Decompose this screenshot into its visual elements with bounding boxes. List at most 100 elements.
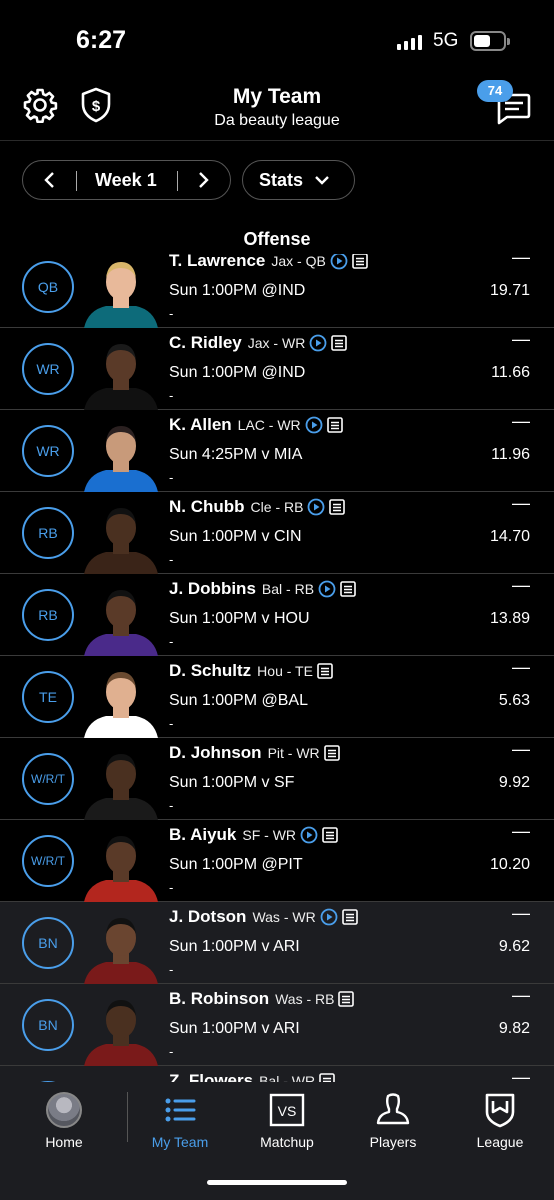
position-badge[interactable]: W/R/T [22, 753, 74, 805]
game-info: Sun 1:00PM @BAL [169, 692, 308, 709]
play-icon[interactable] [330, 252, 348, 270]
game-info: Sun 1:00PM @IND [169, 364, 306, 381]
player-name[interactable]: T. Lawrence [169, 251, 265, 271]
player-points: 13.89 [489, 610, 530, 627]
position-badge[interactable]: W/R/T [22, 835, 74, 887]
notes-icon[interactable] [323, 744, 341, 762]
nav-league[interactable]: League [450, 1092, 550, 1152]
vs-icon: VS [269, 1093, 305, 1127]
player-name-line: B. Aiyuk SF - WR [169, 825, 339, 845]
play-icon[interactable] [318, 580, 336, 598]
player-name[interactable]: Z. Flowers [169, 1071, 253, 1082]
roster-list: QB T. Lawrence Jax - QB Sun 1:00PM @IND … [0, 246, 554, 1082]
player-headshot[interactable] [82, 1074, 160, 1082]
notes-icon[interactable] [316, 662, 334, 680]
player-headshot[interactable] [82, 664, 160, 738]
player-name-line: D. Johnson Pit - WR [169, 743, 341, 763]
nav-my-team[interactable]: My Team [130, 1092, 230, 1152]
nav-matchup[interactable]: VS Matchup [237, 1092, 337, 1152]
player-row[interactable]: W/R/T B. Aiyuk SF - WR Sun 1:00PM @PIT -… [0, 820, 554, 902]
notes-icon[interactable] [326, 416, 344, 434]
player-name[interactable]: J. Dobbins [169, 579, 256, 599]
play-icon[interactable] [305, 416, 323, 434]
player-name[interactable]: C. Ridley [169, 333, 242, 353]
notes-icon[interactable] [328, 498, 346, 516]
projection-dash: — [512, 1067, 530, 1082]
player-row[interactable]: QB T. Lawrence Jax - QB Sun 1:00PM @IND … [0, 246, 554, 328]
position-badge[interactable]: QB [22, 261, 74, 313]
player-team-position: SF - WR [242, 827, 297, 843]
league-name[interactable]: Da beauty league [0, 112, 554, 130]
position-badge[interactable]: BN [22, 917, 74, 969]
player-headshot[interactable] [82, 746, 160, 820]
player-row[interactable]: BN Z. Flowers Bal - WR — [0, 1066, 554, 1082]
game-status: - [169, 880, 174, 895]
player-points: 9.62 [498, 938, 530, 955]
position-badge[interactable]: BN [22, 999, 74, 1051]
player-points: 19.71 [489, 282, 530, 299]
play-icon[interactable] [307, 498, 325, 516]
player-name-line: J. Dobbins Bal - RB [169, 579, 357, 599]
play-icon[interactable] [300, 826, 318, 844]
notes-icon[interactable] [351, 252, 369, 270]
player-row[interactable]: WR K. Allen LAC - WR Sun 4:25PM v MIA - … [0, 410, 554, 492]
player-headshot[interactable] [82, 910, 160, 984]
player-headshot[interactable] [82, 418, 160, 492]
player-team-position: Was - RB [275, 991, 335, 1007]
player-name[interactable]: J. Dotson [169, 907, 246, 927]
position-badge[interactable]: WR [22, 425, 74, 477]
chevron-left-icon[interactable] [39, 169, 61, 191]
header-divider [0, 140, 554, 141]
player-team-position: Jax - QB [271, 253, 326, 269]
player-row[interactable]: RB N. Chubb Cle - RB Sun 1:00PM v CIN - … [0, 492, 554, 574]
stats-dropdown[interactable]: Stats [242, 160, 355, 200]
player-row[interactable]: BN J. Dotson Was - WR Sun 1:00PM v ARI -… [0, 902, 554, 984]
player-row[interactable]: RB J. Dobbins Bal - RB Sun 1:00PM v HOU … [0, 574, 554, 656]
player-points: 9.82 [498, 1020, 530, 1037]
nav-players[interactable]: Players [343, 1092, 443, 1152]
player-points: 5.63 [498, 692, 530, 709]
position-badge[interactable]: RB [22, 589, 74, 641]
player-name[interactable]: K. Allen [169, 415, 232, 435]
week-separator [76, 171, 77, 191]
player-row[interactable]: W/R/T D. Johnson Pit - WR Sun 1:00PM v S… [0, 738, 554, 820]
player-headshot[interactable] [82, 828, 160, 902]
chevron-right-icon[interactable] [192, 169, 214, 191]
player-name[interactable]: B. Aiyuk [169, 825, 236, 845]
game-info: Sun 1:00PM @PIT [169, 856, 303, 873]
notes-icon[interactable] [341, 908, 359, 926]
week-label[interactable]: Week 1 [95, 170, 157, 191]
status-time: 6:27 [76, 26, 127, 54]
position-badge[interactable]: TE [22, 671, 74, 723]
player-row[interactable]: WR C. Ridley Jax - WR Sun 1:00PM @IND - … [0, 328, 554, 410]
game-status: - [169, 798, 174, 813]
notes-icon[interactable] [321, 826, 339, 844]
player-headshot[interactable] [82, 500, 160, 574]
home-indicator [207, 1180, 347, 1185]
position-badge[interactable]: WR [22, 343, 74, 395]
player-name[interactable]: N. Chubb [169, 497, 245, 517]
notes-icon[interactable] [337, 990, 355, 1008]
player-name[interactable]: D. Schultz [169, 661, 251, 681]
player-row[interactable]: TE D. Schultz Hou - TE Sun 1:00PM @BAL -… [0, 656, 554, 738]
player-headshot[interactable] [82, 254, 160, 328]
player-team-position: Pit - WR [267, 745, 320, 761]
play-icon[interactable] [320, 908, 338, 926]
nav-players-label: Players [369, 1134, 417, 1150]
list-icon [165, 1098, 196, 1122]
player-team-position: Jax - WR [247, 335, 306, 351]
notes-icon[interactable] [339, 580, 357, 598]
nav-home[interactable]: Home [14, 1092, 114, 1152]
player-row[interactable]: BN B. Robinson Was - RB Sun 1:00PM v ARI… [0, 984, 554, 1066]
player-headshot[interactable] [82, 336, 160, 410]
game-info: Sun 1:00PM v CIN [169, 528, 302, 545]
play-icon[interactable] [309, 334, 327, 352]
player-name[interactable]: D. Johnson [169, 743, 262, 763]
position-badge[interactable]: RB [22, 507, 74, 559]
notes-icon[interactable] [318, 1072, 336, 1082]
player-headshot[interactable] [82, 582, 160, 656]
notes-icon[interactable] [330, 334, 348, 352]
player-name[interactable]: B. Robinson [169, 989, 269, 1009]
game-info: Sun 1:00PM v ARI [169, 1020, 300, 1037]
player-headshot[interactable] [82, 992, 160, 1066]
